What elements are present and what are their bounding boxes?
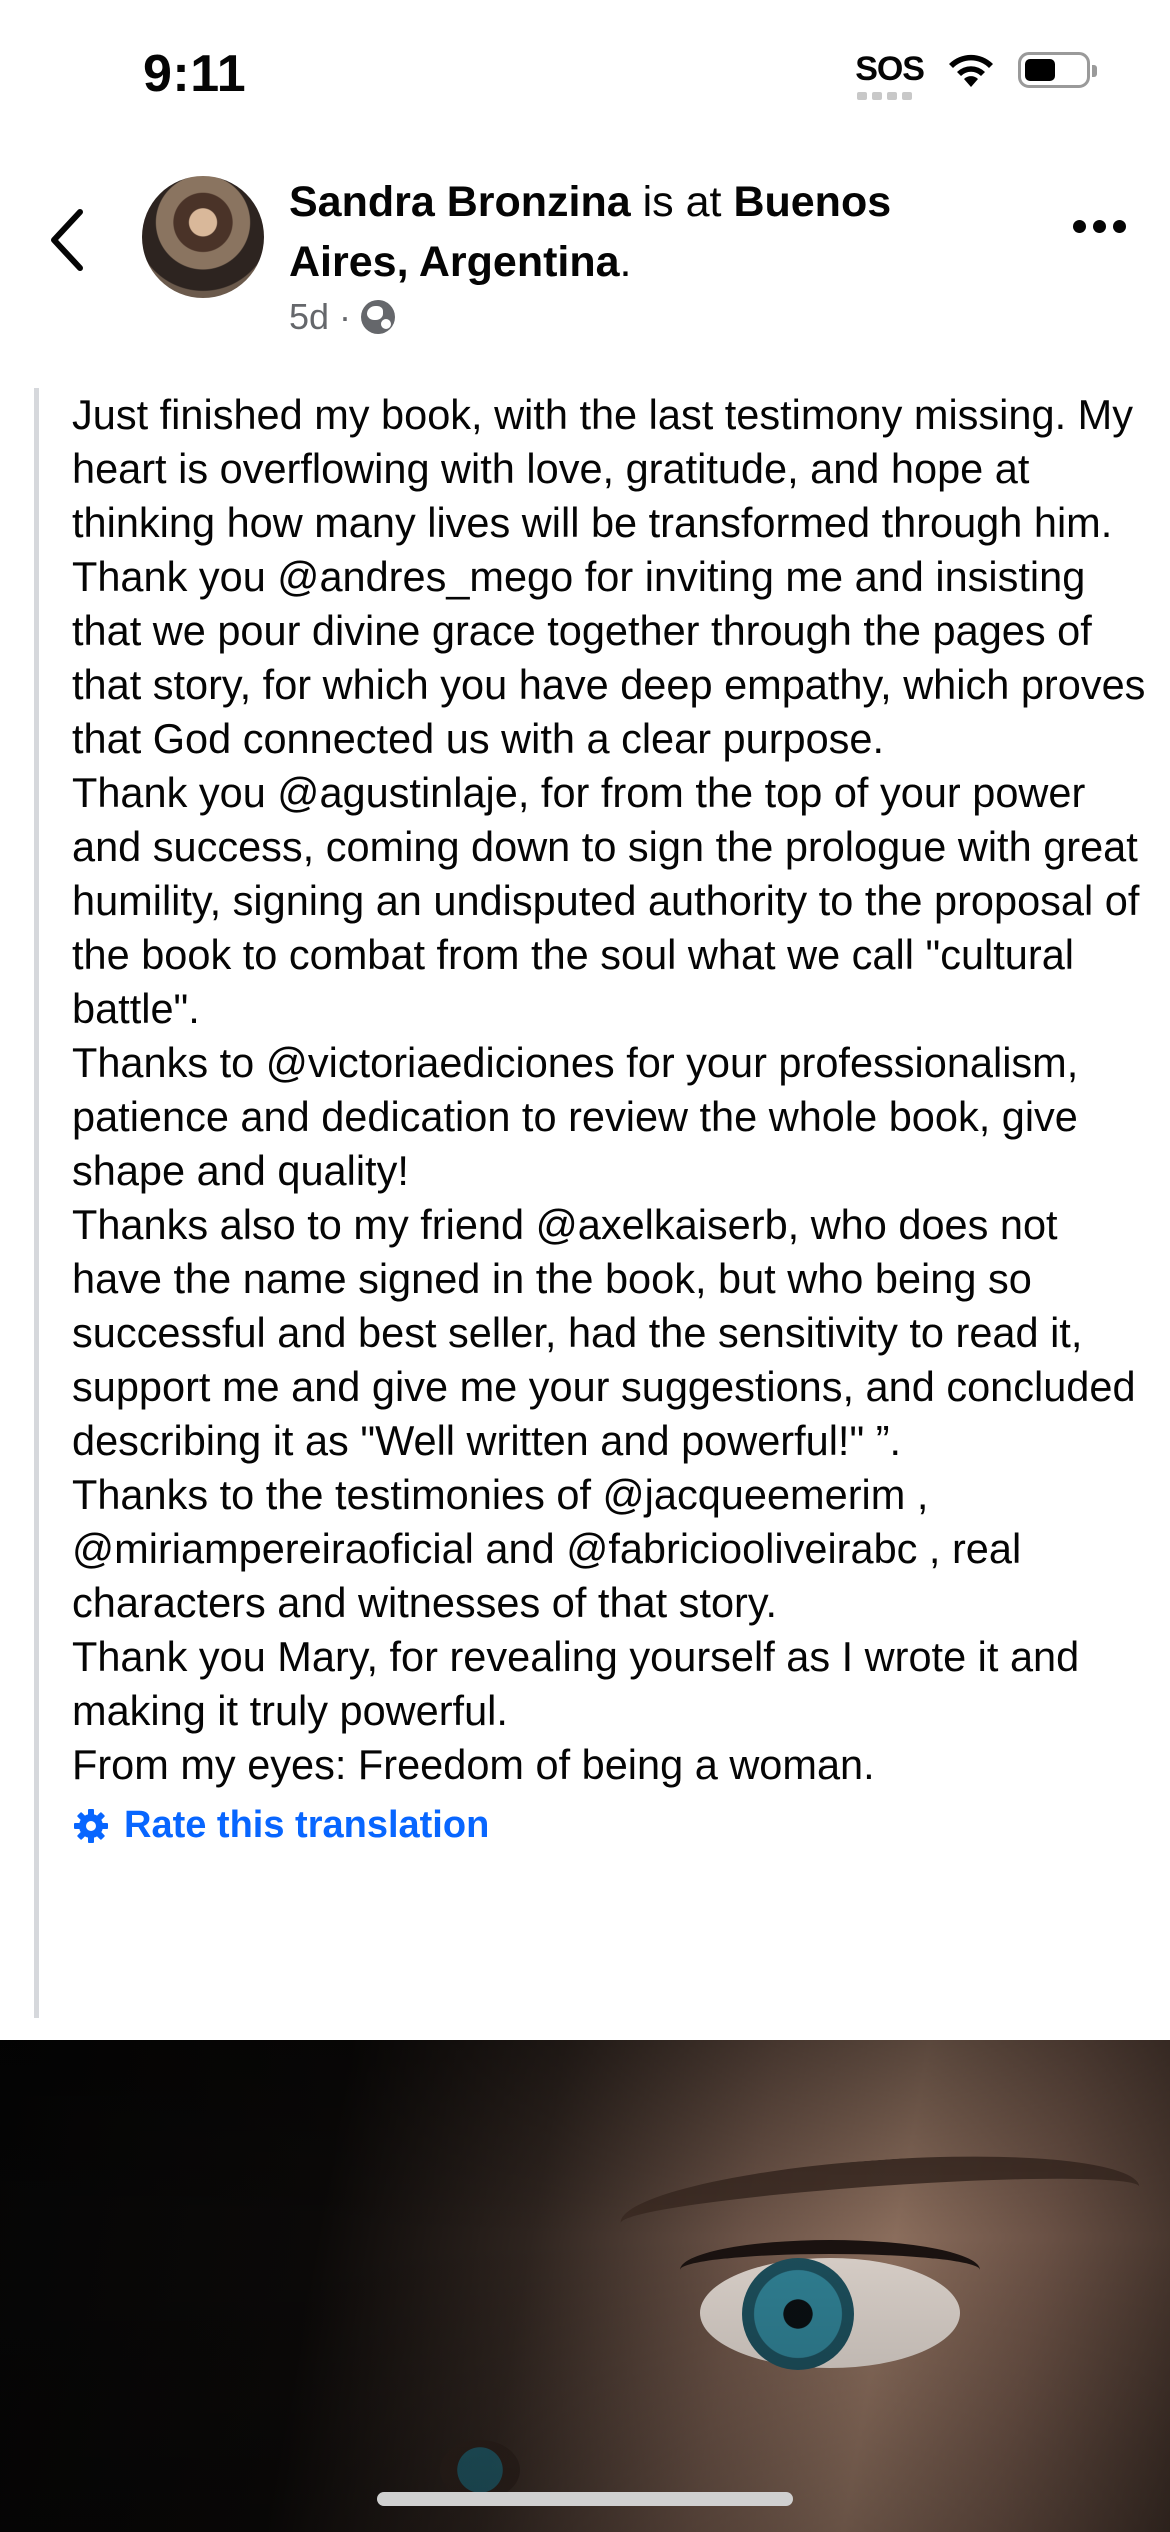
author-name[interactable]: Sandra Bronzina (289, 178, 631, 226)
location-connector: is at (630, 178, 734, 226)
post-timestamp[interactable]: 5d (289, 296, 329, 338)
sos-label: SOS (855, 50, 925, 88)
avatar[interactable] (142, 176, 264, 298)
post-paragraph: Thanks to @victoriaediciones for your pr… (72, 1039, 1079, 1194)
status-indicators: SOS (855, 50, 1097, 100)
post-header-text: Sandra Bronzina is at Buenos Aires, Arge… (289, 172, 989, 338)
gear-icon (74, 1808, 108, 1843)
signal-dots (857, 92, 913, 100)
more-dots-icon[interactable] (1073, 220, 1126, 233)
post-meta: 5d · (289, 296, 989, 338)
post-header: Sandra Bronzina is at Buenos Aires, Arge… (0, 160, 1170, 350)
status-time: 9:11 (143, 45, 247, 103)
rate-translation-button[interactable]: Rate this translation (72, 1804, 1154, 1847)
battery-icon (1018, 51, 1097, 88)
meta-separator: · (339, 296, 352, 337)
post-paragraph: Thanks also to my friend @axelkaiserb, w… (72, 1201, 1136, 1464)
author-line: Sandra Bronzina is at Buenos Aires, Arge… (289, 172, 989, 292)
post-paragraph: Just finished my book, with the last tes… (72, 391, 1133, 546)
status-bar: 9:11 SOS (0, 0, 1170, 150)
location-suffix: . (619, 238, 632, 286)
screen: 9:11 SOS Sandra Bronzina is at Buenos Ai… (0, 0, 1170, 2532)
post-body: Just finished my book, with the last tes… (34, 388, 1154, 2018)
chevron-left-icon[interactable] (42, 200, 102, 280)
home-indicator[interactable] (377, 2492, 793, 2506)
sos-indicator: SOS (855, 50, 925, 100)
post-paragraph: Thank you Mary, for revealing yourself a… (72, 1633, 1080, 1734)
post-paragraph: Thank you @agustinlaje, for from the top… (72, 769, 1140, 1032)
post-paragraph: Thanks to the testimonies of @jacqueemer… (72, 1471, 1022, 1626)
globe-icon (361, 300, 396, 334)
post-paragraph: Thank you @andres_mego for inviting me a… (72, 553, 1146, 762)
wifi-icon (949, 54, 993, 87)
rate-translation-label: Rate this translation (124, 1804, 490, 1846)
post-paragraph: From my eyes: Freedom of being a woman. (72, 1741, 875, 1788)
photo-shade (0, 2040, 1170, 2532)
post-photo[interactable] (0, 2040, 1170, 2532)
